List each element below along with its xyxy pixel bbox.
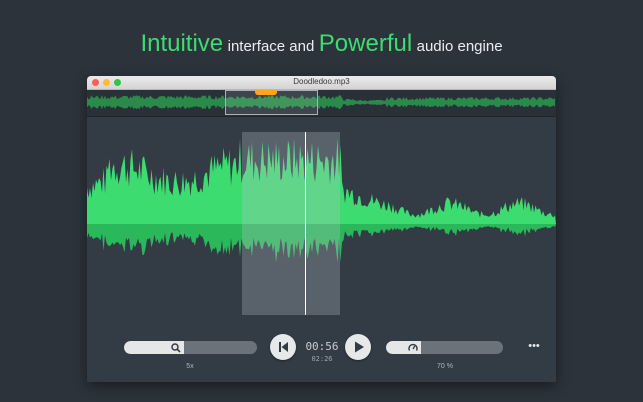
headline-text-interface: interface and	[227, 38, 315, 55]
current-time: 00:56	[305, 340, 339, 353]
headline-highlight-powerful: Powerful	[318, 30, 413, 57]
skip-back-icon	[279, 342, 288, 352]
speed-slider[interactable]	[386, 341, 503, 354]
transport-bar: 5x 00:56 02:26 70 % •••	[87, 326, 556, 382]
window-title: Doodledoo.mp3	[293, 77, 350, 86]
headline-highlight-intuitive: Intuitive	[140, 30, 224, 57]
more-options-button[interactable]: •••	[526, 340, 542, 352]
waveform-overview[interactable]	[87, 90, 556, 117]
total-duration: 02:26	[311, 355, 333, 363]
overview-waveform	[87, 95, 555, 110]
selection-region[interactable]	[242, 132, 340, 315]
headline-text-audio-engine: audio engine	[416, 38, 503, 55]
zoom-slider[interactable]	[124, 341, 257, 354]
play-icon	[355, 341, 364, 353]
headline: Intuitive interface and Powerful audio e…	[0, 30, 643, 58]
zoom-level-label: 5x	[186, 363, 194, 370]
overview-selection-marker[interactable]	[255, 90, 277, 95]
rewind-button[interactable]	[270, 334, 296, 360]
magnifier-icon[interactable]	[171, 343, 181, 353]
play-button[interactable]	[345, 334, 371, 360]
speedometer-icon[interactable]	[408, 343, 418, 353]
app-window: Doodledoo.mp3 5x 00:56 02:26 70 % •••	[87, 76, 556, 382]
speed-level-label: 70 %	[437, 363, 453, 370]
playhead[interactable]	[305, 132, 306, 315]
title-bar[interactable]: Doodledoo.mp3	[87, 76, 556, 90]
